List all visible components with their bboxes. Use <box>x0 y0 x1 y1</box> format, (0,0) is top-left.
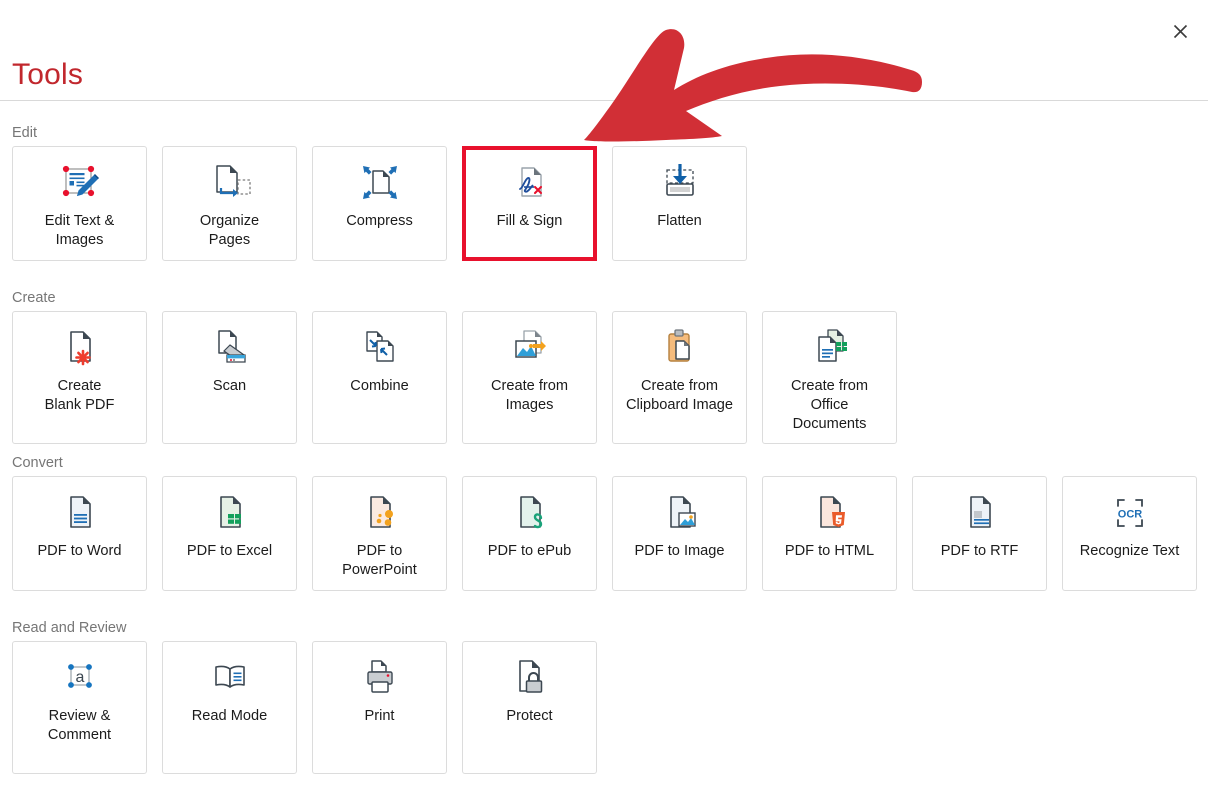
pdf-to-word-icon <box>56 490 104 536</box>
tool-card-label: Combine <box>350 378 409 394</box>
tool-card-recognize-text[interactable]: OCR Recognize Text <box>1062 476 1197 591</box>
tool-card-label: Create from Clipboard Image <box>625 378 734 413</box>
tool-card-label: Compress <box>346 213 413 229</box>
tool-card-label: PDF to ePub <box>487 543 572 559</box>
flatten-icon <box>656 160 704 206</box>
pdf-to-image-icon <box>656 490 704 536</box>
tool-card-label: Edit Text & Images <box>44 213 115 248</box>
review-comment-icon: a <box>56 655 104 701</box>
tool-card-label: Recognize Text <box>1079 543 1180 559</box>
card-row-read-and-review: a Review & Comment Read Mode Print Prote… <box>12 641 597 774</box>
card-row-edit: Edit Text & Images Organize Pages Compre… <box>12 146 747 261</box>
tool-card-scan[interactable]: Scan <box>162 311 297 444</box>
tool-card-flatten[interactable]: Flatten <box>612 146 747 261</box>
tool-card-pdf-to-powerpoint[interactable]: PDF to PowerPoint <box>312 476 447 591</box>
close-icon <box>1173 24 1187 38</box>
tool-card-label: PDF to Image <box>634 543 725 559</box>
tools-panel: Tools Edit Edit Text & Images Organize P… <box>0 0 1208 800</box>
tool-card-label: Create from Office Documents <box>790 378 869 432</box>
tool-card-label: Protect <box>506 708 553 724</box>
close-button[interactable] <box>1162 16 1198 46</box>
edit-text-images-icon <box>56 160 104 206</box>
tool-card-pdf-to-image[interactable]: PDF to Image <box>612 476 747 591</box>
card-row-create: Create Blank PDF Scan Combine Create fro… <box>12 311 897 444</box>
tool-card-pdf-to-html[interactable]: PDF to HTML <box>762 476 897 591</box>
tool-card-label: Scan <box>212 378 247 394</box>
pdf-to-powerpoint-icon <box>356 490 404 536</box>
tool-card-combine[interactable]: Combine <box>312 311 447 444</box>
tool-card-label: Organize Pages <box>199 213 260 248</box>
recognize-text-ocr-icon: OCR <box>1106 490 1154 536</box>
tool-card-edit-text-images[interactable]: Edit Text & Images <box>12 146 147 261</box>
tool-card-create-from-images[interactable]: Create from Images <box>462 311 597 444</box>
tool-card-label: Flatten <box>657 213 702 229</box>
scan-icon <box>206 325 254 371</box>
create-from-clipboard-image-icon <box>656 325 704 371</box>
section-label-create: Create <box>12 290 56 306</box>
tool-card-label: Create from Images <box>490 378 569 413</box>
tool-card-create-from-clipboard-image[interactable]: Create from Clipboard Image <box>612 311 747 444</box>
tool-card-organize-pages[interactable]: Organize Pages <box>162 146 297 261</box>
create-from-images-icon <box>506 325 554 371</box>
section-label-edit: Edit <box>12 125 37 141</box>
create-from-office-documents-icon <box>806 325 854 371</box>
organize-pages-icon <box>206 160 254 206</box>
tool-card-label: Review & Comment <box>47 708 112 743</box>
compress-icon <box>356 160 404 206</box>
tool-card-print[interactable]: Print <box>312 641 447 774</box>
ocr-icon-text: OCR <box>1117 509 1142 521</box>
tool-card-create-blank-pdf[interactable]: Create Blank PDF <box>12 311 147 444</box>
tool-card-label: PDF to RTF <box>940 543 1019 559</box>
pdf-to-excel-icon <box>206 490 254 536</box>
tool-card-pdf-to-word[interactable]: PDF to Word <box>12 476 147 591</box>
tool-card-compress[interactable]: Compress <box>312 146 447 261</box>
pdf-to-rtf-icon <box>956 490 1004 536</box>
tool-card-label: Print <box>364 708 395 724</box>
protect-icon <box>506 655 554 701</box>
review-icon-letter: a <box>75 669 84 686</box>
annotation-arrow-icon <box>584 29 922 142</box>
tool-card-label: Fill & Sign <box>496 213 563 229</box>
pdf-to-html-icon <box>806 490 854 536</box>
section-label-convert: Convert <box>12 455 63 471</box>
print-icon <box>356 655 404 701</box>
tool-card-review-comment[interactable]: a Review & Comment <box>12 641 147 774</box>
fill-and-sign-icon <box>506 160 554 206</box>
tool-card-label: Read Mode <box>191 708 268 724</box>
tool-card-label: PDF to Excel <box>186 543 273 559</box>
read-mode-icon <box>206 655 254 701</box>
tool-card-pdf-to-excel[interactable]: PDF to Excel <box>162 476 297 591</box>
tool-card-read-mode[interactable]: Read Mode <box>162 641 297 774</box>
tool-card-label: PDF to PowerPoint <box>342 543 417 578</box>
pdf-to-epub-icon <box>506 490 554 536</box>
tool-card-label: PDF to HTML <box>784 543 875 559</box>
section-label-read-and-review: Read and Review <box>12 620 127 636</box>
header-divider <box>0 100 1208 101</box>
tool-card-label: Create Blank PDF <box>44 378 115 413</box>
page-title: Tools <box>12 58 84 91</box>
tool-card-pdf-to-epub[interactable]: PDF to ePub <box>462 476 597 591</box>
tool-card-fill-and-sign[interactable]: Fill & Sign <box>462 146 597 261</box>
combine-icon <box>356 325 404 371</box>
tool-card-protect[interactable]: Protect <box>462 641 597 774</box>
tool-card-create-from-office-documents[interactable]: Create from Office Documents <box>762 311 897 444</box>
create-blank-pdf-icon <box>56 325 104 371</box>
card-row-convert: PDF to Word PDF to Excel PDF to PowerPoi… <box>12 476 1197 591</box>
tool-card-label: PDF to Word <box>37 543 122 559</box>
tool-card-pdf-to-rtf[interactable]: PDF to RTF <box>912 476 1047 591</box>
